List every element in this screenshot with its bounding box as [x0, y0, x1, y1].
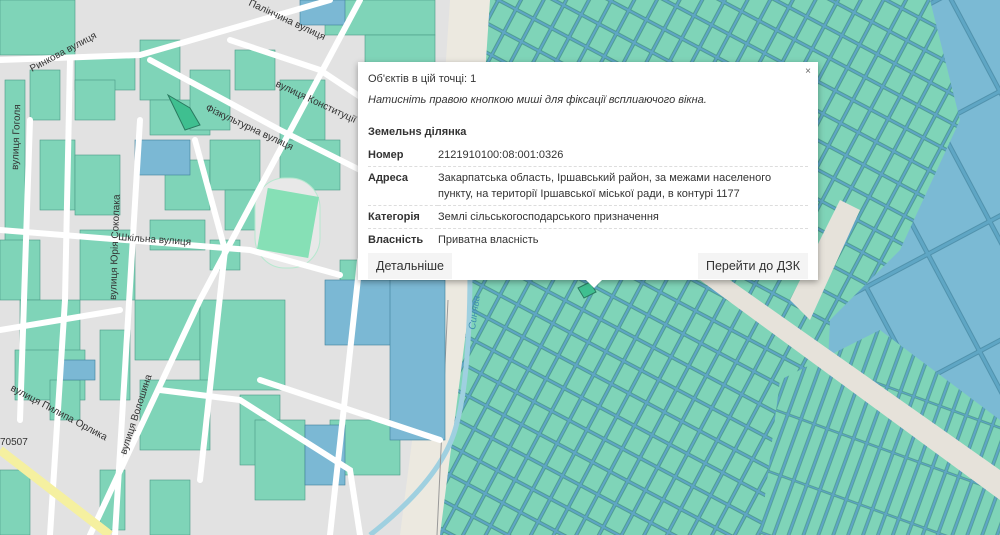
row-ownership: Власність Приватна власність: [368, 229, 808, 252]
attr-key: Номер: [368, 144, 438, 167]
attr-key: Власність: [368, 234, 424, 246]
pin-hint: Натисніть правою кнопкою миші для фіксац…: [368, 94, 707, 106]
parcel-attributes: Номер 2121910100:08:001:0326 Адреса Закарп…: [368, 144, 808, 251]
row-category: Категорія Землі сільськогосподарського пр…: [368, 205, 808, 229]
objects-count: Об'єктів в цій точці: 1: [368, 73, 477, 85]
details-button[interactable]: Детальніше: [368, 253, 453, 279]
attr-value: Землі сільськогосподарського призначення: [438, 205, 808, 229]
close-icon[interactable]: ×: [805, 66, 811, 77]
go-to-dzk-button[interactable]: Перейти до ДЗК: [697, 253, 808, 279]
row-address: Адреса Закарпатська область, Іршавський р…: [368, 166, 808, 206]
section-title: Земельнs ділянка: [368, 126, 467, 138]
row-number: Номер 2121910100:08:001:0326: [368, 144, 808, 167]
road-number: 70507: [0, 437, 28, 448]
attr-key: Категорія: [368, 205, 438, 229]
attr-value: Приватна власність: [438, 234, 539, 246]
attr-key: Адреса: [368, 166, 438, 206]
attr-value: Закарпатська область, Іршавський район, …: [438, 166, 808, 206]
street-label: вулиця Гоголя: [10, 104, 23, 170]
attr-value: 2121910100:08:001:0326: [438, 144, 808, 167]
parcel-info-popup: × Об'єктів в цій точці: 1 Натисніть прав…: [358, 62, 818, 288]
